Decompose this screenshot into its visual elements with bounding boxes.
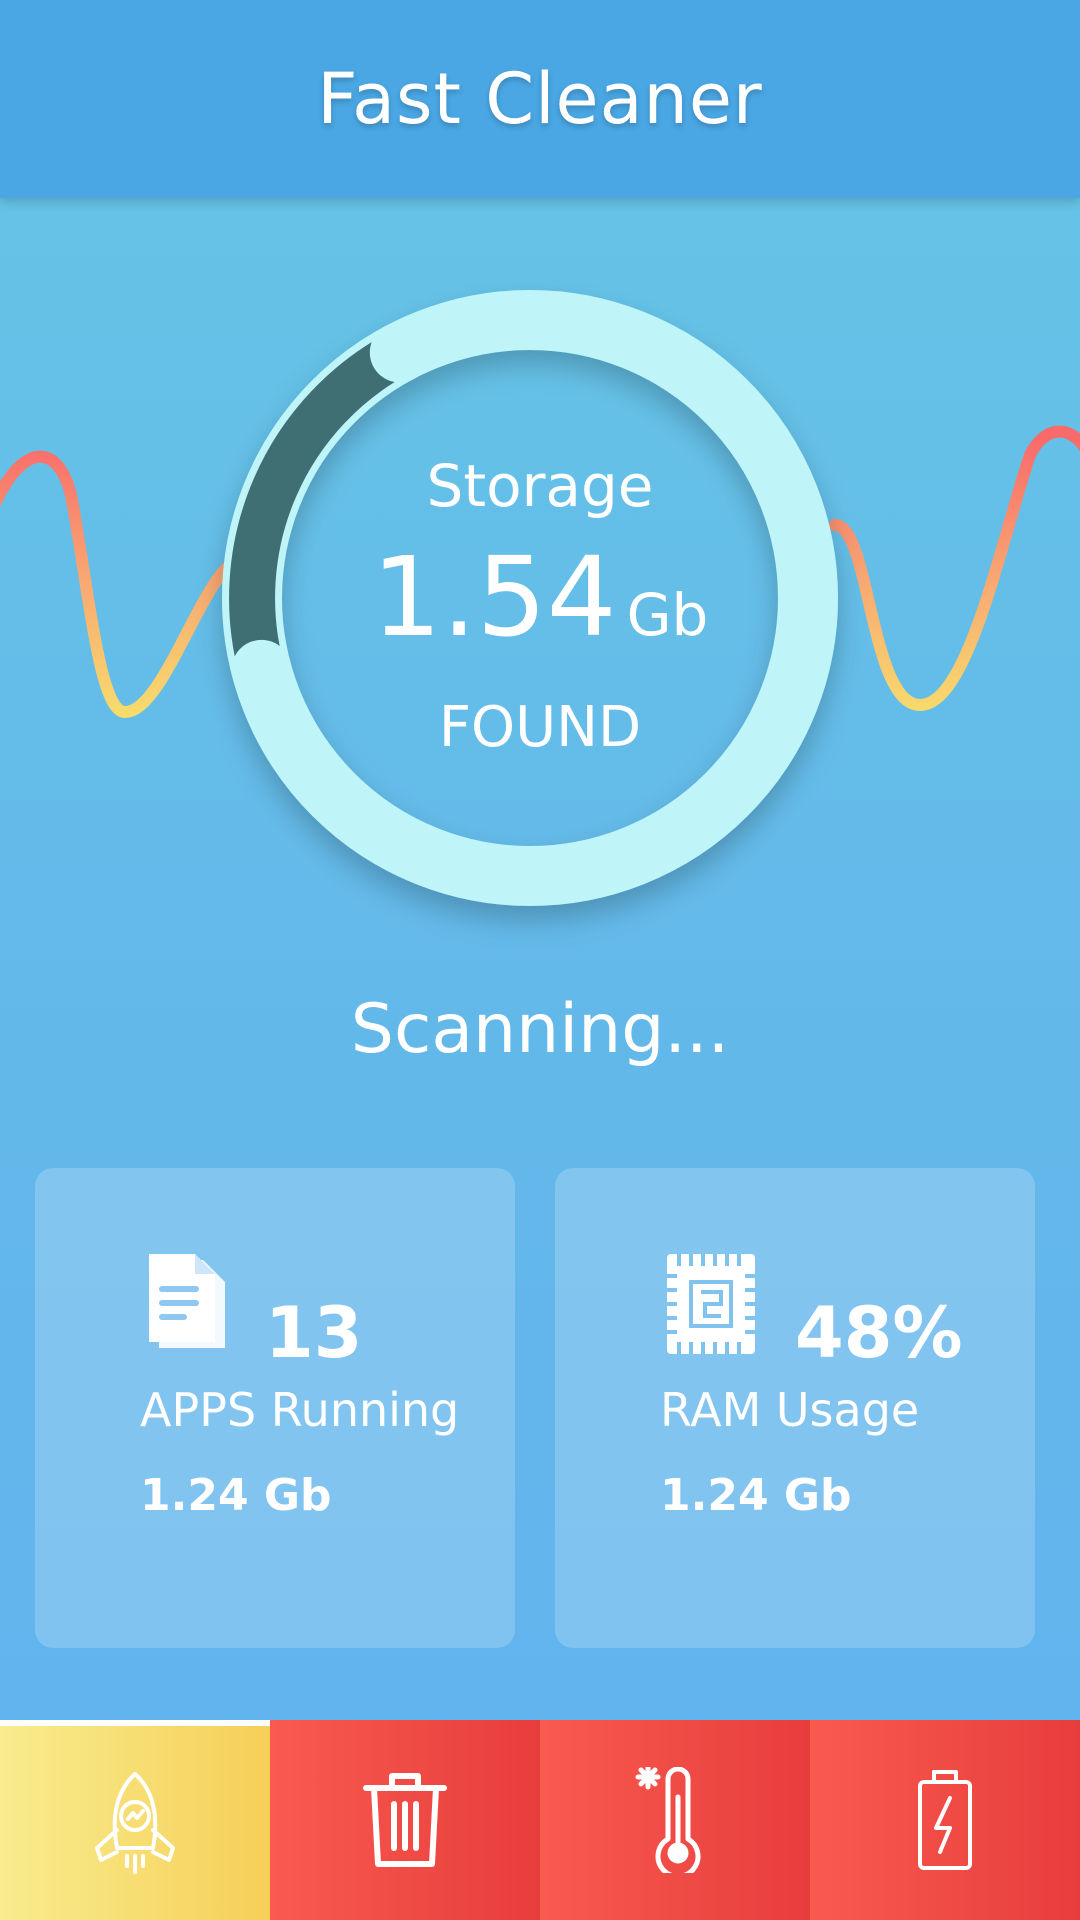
bottom-nav xyxy=(0,1720,1080,1920)
tab-boost[interactable] xyxy=(0,1720,270,1920)
battery-icon xyxy=(918,1770,972,1870)
apps-count: 13 xyxy=(265,1292,363,1374)
rocket-icon xyxy=(95,1772,175,1874)
tab-junk-clean[interactable] xyxy=(270,1720,540,1920)
gauge-readout: Storage 1.54 Gb FOUND xyxy=(280,290,800,810)
gauge-unit: Gb xyxy=(626,581,709,649)
tab-battery-saver[interactable] xyxy=(810,1720,1080,1920)
chip-icon xyxy=(667,1254,755,1354)
apps-label: APPS Running xyxy=(140,1383,460,1437)
tab-cpu-cooler[interactable] xyxy=(540,1720,810,1920)
app-title: Fast Cleaner xyxy=(317,58,763,140)
scan-status: Scanning... xyxy=(350,990,730,1069)
gauge-value-row: 1.54 Gb xyxy=(280,542,800,652)
document-icon xyxy=(149,1254,225,1348)
thermometer-icon xyxy=(635,1767,701,1873)
gauge-status: FOUND xyxy=(438,695,642,760)
ram-usage-card[interactable]: 48% RAM Usage 1.24 Gb xyxy=(555,1168,1035,1648)
app-header: Fast Cleaner xyxy=(0,0,1080,198)
trash-icon xyxy=(363,1773,447,1867)
ram-percent: 48% xyxy=(795,1292,963,1374)
apps-running-card[interactable]: 13 APPS Running 1.24 Gb xyxy=(35,1168,515,1648)
ram-size: 1.24 Gb xyxy=(660,1470,852,1521)
gauge-value: 1.54 xyxy=(371,533,617,661)
apps-size: 1.24 Gb xyxy=(140,1470,332,1521)
gauge-label: Storage xyxy=(426,452,654,520)
ram-label: RAM Usage xyxy=(660,1383,920,1437)
